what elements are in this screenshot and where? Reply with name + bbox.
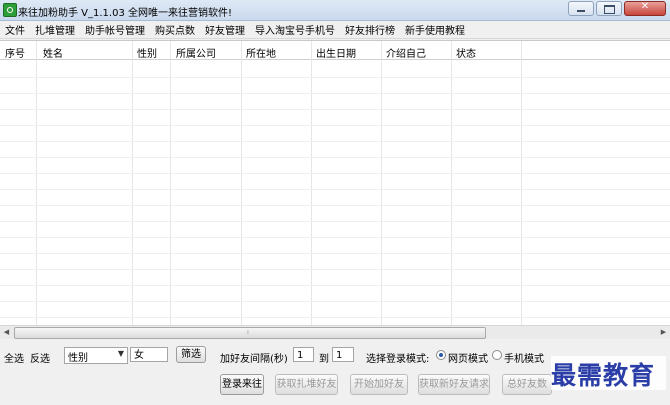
column-header-index[interactable]: 序号 — [5, 45, 25, 60]
table-row — [0, 125, 670, 126]
table-header: 序号 姓名 性别 所属公司 所在地 出生日期 介绍自己 状态 — [0, 41, 670, 60]
chevron-down-icon: ▼ — [117, 349, 124, 358]
column-header-location[interactable]: 所在地 — [246, 45, 276, 60]
filter-field-select[interactable]: 性别 ▼ — [64, 347, 128, 364]
login-mode-label: 选择登录模式: — [366, 354, 430, 365]
menu-import-numbers[interactable]: 导入淘宝号手机号 — [250, 22, 340, 37]
table-row — [0, 269, 670, 270]
table-row — [0, 301, 670, 302]
interval-to-label: 到 — [319, 354, 329, 365]
menu-tutorial[interactable]: 新手使用教程 — [400, 22, 470, 37]
table-row — [0, 109, 670, 110]
menu-group-manage[interactable]: 扎堆管理 — [30, 22, 80, 37]
menu-account-manage[interactable]: 助手帐号管理 — [80, 22, 150, 37]
column-header-status[interactable]: 状态 — [456, 45, 476, 60]
web-mode-label: 网页模式 — [448, 354, 488, 365]
interval-from-input[interactable]: 1 — [293, 347, 314, 362]
select-all-link[interactable]: 全选 — [4, 350, 24, 365]
maximize-button[interactable] — [596, 1, 622, 16]
window-title: 来往加粉助手 V_1.1.03 全网唯一来往营销软件! — [18, 8, 233, 19]
table-row — [0, 189, 670, 190]
total-friends-button[interactable]: 总好友数 — [502, 374, 552, 395]
scroll-thumb[interactable]: ⁞ — [14, 327, 486, 339]
table-row — [0, 77, 670, 78]
login-button[interactable]: 登录来往 — [220, 374, 264, 395]
menu-file[interactable]: 文件 — [0, 22, 30, 37]
grip-icon: ⁞ — [247, 329, 249, 336]
invert-select-link[interactable]: 反选 — [30, 350, 50, 365]
table-row — [0, 173, 670, 174]
window-controls: ✕ — [568, 1, 666, 16]
menu-bar: 文件 扎堆管理 助手帐号管理 购买点数 好友管理 导入淘宝号手机号 好友排行榜 … — [0, 21, 670, 39]
table-row — [0, 317, 670, 318]
minimize-button[interactable] — [568, 1, 594, 16]
table-row — [0, 237, 670, 238]
minimize-icon — [577, 10, 585, 12]
column-header-intro[interactable]: 介绍自己 — [386, 45, 426, 60]
filter-value-input[interactable]: 女 — [130, 347, 168, 362]
app-icon — [3, 3, 17, 17]
scroll-left-icon[interactable]: ◀ — [0, 326, 13, 339]
friends-table[interactable]: 序号 姓名 性别 所属公司 所在地 出生日期 介绍自己 状态 — [0, 40, 670, 339]
phone-mode-label: 手机模式 — [504, 354, 544, 365]
fetch-new-requests-button[interactable]: 获取新好友请求 — [418, 374, 490, 395]
title-bar: 来往加粉助手 V_1.1.03 全网唯一来往营销软件! ✕ — [0, 0, 670, 21]
filter-field-value: 性别 — [68, 353, 88, 364]
close-icon: ✕ — [640, 1, 650, 12]
start-add-friends-button[interactable]: 开始加好友 — [350, 374, 408, 395]
table-row — [0, 221, 670, 222]
phone-mode-radio[interactable] — [492, 350, 502, 360]
web-mode-radio[interactable] — [436, 350, 446, 360]
column-header-gender[interactable]: 性别 — [137, 45, 157, 60]
column-header-name[interactable]: 姓名 — [43, 45, 63, 60]
close-button[interactable]: ✕ — [624, 1, 666, 16]
menu-friend-manage[interactable]: 好友管理 — [200, 22, 250, 37]
menu-buy-points[interactable]: 购买点数 — [150, 22, 200, 37]
interval-label: 加好友间隔(秒) — [220, 354, 288, 365]
scroll-right-icon[interactable]: ▶ — [657, 326, 670, 339]
interval-to-input[interactable]: 1 — [332, 347, 354, 362]
table-row — [0, 157, 670, 158]
table-row — [0, 205, 670, 206]
column-header-birthday[interactable]: 出生日期 — [316, 45, 356, 60]
menu-friend-ranking[interactable]: 好友排行榜 — [340, 22, 400, 37]
fetch-group-friends-button[interactable]: 获取扎堆好友 — [275, 374, 338, 395]
filter-button[interactable]: 筛选 — [176, 346, 206, 363]
table-row — [0, 141, 670, 142]
table-row — [0, 93, 670, 94]
maximize-icon — [604, 5, 615, 14]
watermark-logo: 最需教育 — [551, 356, 666, 390]
horizontal-scrollbar[interactable]: ◀ ⁞ ▶ — [0, 325, 670, 339]
table-row — [0, 253, 670, 254]
column-header-company[interactable]: 所属公司 — [176, 45, 216, 60]
table-row — [0, 285, 670, 286]
